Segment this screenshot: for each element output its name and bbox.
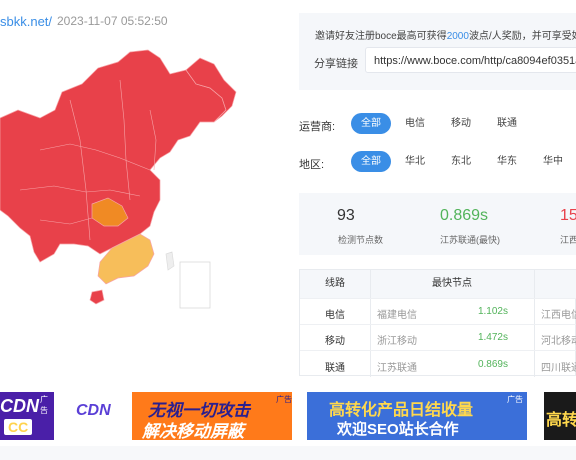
table-row-node: 福建电信 <box>377 310 417 321</box>
node-count-label: 检测节点数 <box>338 235 384 245</box>
table-row-line: 电信 <box>325 310 345 321</box>
share-link-label: 分享链接 <box>314 58 358 70</box>
invite-text: 邀请好友注册boce最高可获得2000波点/人奖励，并可享受好友 <box>315 31 576 42</box>
line-speed-table: 线路 最快节点 电信 福建电信 1.102s 江西电信 移动 浙江移动 1.47… <box>299 269 576 377</box>
region-chip-north[interactable]: 华北 <box>398 151 432 172</box>
table-header-line: 线路 <box>300 270 370 298</box>
south-sea-inset <box>179 261 211 309</box>
operator-chip-telecom[interactable]: 电信 <box>398 113 432 134</box>
table-row-slow-node: 江西电信 <box>541 310 576 321</box>
ad-banner-anti-attack[interactable]: CDN 无视一切攻击 解决移动屏蔽 广告 <box>74 392 292 440</box>
operator-chip-all[interactable]: 全部 <box>351 113 391 134</box>
region-chip-all[interactable]: 全部 <box>351 151 391 172</box>
operator-filter-label: 运营商: <box>299 121 336 133</box>
fastest-time-value: 0.869s <box>440 207 489 224</box>
china-speed-map <box>0 40 290 330</box>
footer-strip <box>0 446 576 460</box>
region-filter-label: 地区: <box>299 159 325 171</box>
slowest-time-label: 江西 <box>560 235 576 245</box>
ad-banner-partial[interactable]: 高转 <box>544 392 576 440</box>
region-chip-central[interactable]: 华中 <box>536 151 570 172</box>
ad-banner-row: CDN CC 广告 CDN 无视一切攻击 解决移动屏蔽 广告 高转化产品日结收量… <box>0 392 576 440</box>
cdn-logo: CDN <box>76 402 111 419</box>
operator-chip-mobile[interactable]: 移动 <box>444 113 478 134</box>
table-header-fastest: 最快节点 <box>370 270 534 298</box>
table-row-node: 浙江移动 <box>377 336 417 347</box>
table-row-time: 1.102s <box>477 306 508 317</box>
stats-panel: 93 检测节点数 0.869s 江苏联通(最快) 15 江西 <box>299 193 576 255</box>
ad-banner-seo[interactable]: 高转化产品日结收量 欢迎SEO站长合作 广告 <box>307 392 527 440</box>
table-row-node: 江苏联通 <box>377 363 417 374</box>
invite-reward-amount: 2000 <box>446 31 469 42</box>
slowest-time-value: 15 <box>560 207 576 224</box>
map-region-slow <box>0 49 227 263</box>
fastest-time-label: 江苏联通(最快) <box>440 235 500 245</box>
operator-chip-unicom[interactable]: 联通 <box>490 113 524 134</box>
target-url[interactable]: sbkk.net/ <box>0 14 52 29</box>
share-link-field[interactable]: https://www.boce.com/http/ca8094ef0351a <box>365 47 576 73</box>
table-row-slow-node: 四川联通 <box>541 363 576 374</box>
ad-banner-cdn-cc[interactable]: CDN CC 广告 <box>0 392 54 440</box>
invite-panel: 邀请好友注册boce最高可获得2000波点/人奖励，并可享受好友 分享链接 ht… <box>299 13 576 90</box>
table-header-extra <box>534 270 576 298</box>
table-row-time: 0.869s <box>477 359 508 370</box>
table-row-slow-node: 河北移动 <box>541 336 576 347</box>
map-region-slow <box>89 289 105 305</box>
table-row-line: 移动 <box>325 336 345 347</box>
node-count-value: 93 <box>337 207 355 224</box>
region-chip-northeast[interactable]: 东北 <box>444 151 478 172</box>
map-region-nodata <box>165 251 175 271</box>
test-timestamp: 2023-11-07 05:52:50 <box>57 14 168 28</box>
table-row-line: 联通 <box>325 363 345 374</box>
table-row-time: 1.472s <box>477 332 508 343</box>
region-chip-east[interactable]: 华东 <box>490 151 524 172</box>
